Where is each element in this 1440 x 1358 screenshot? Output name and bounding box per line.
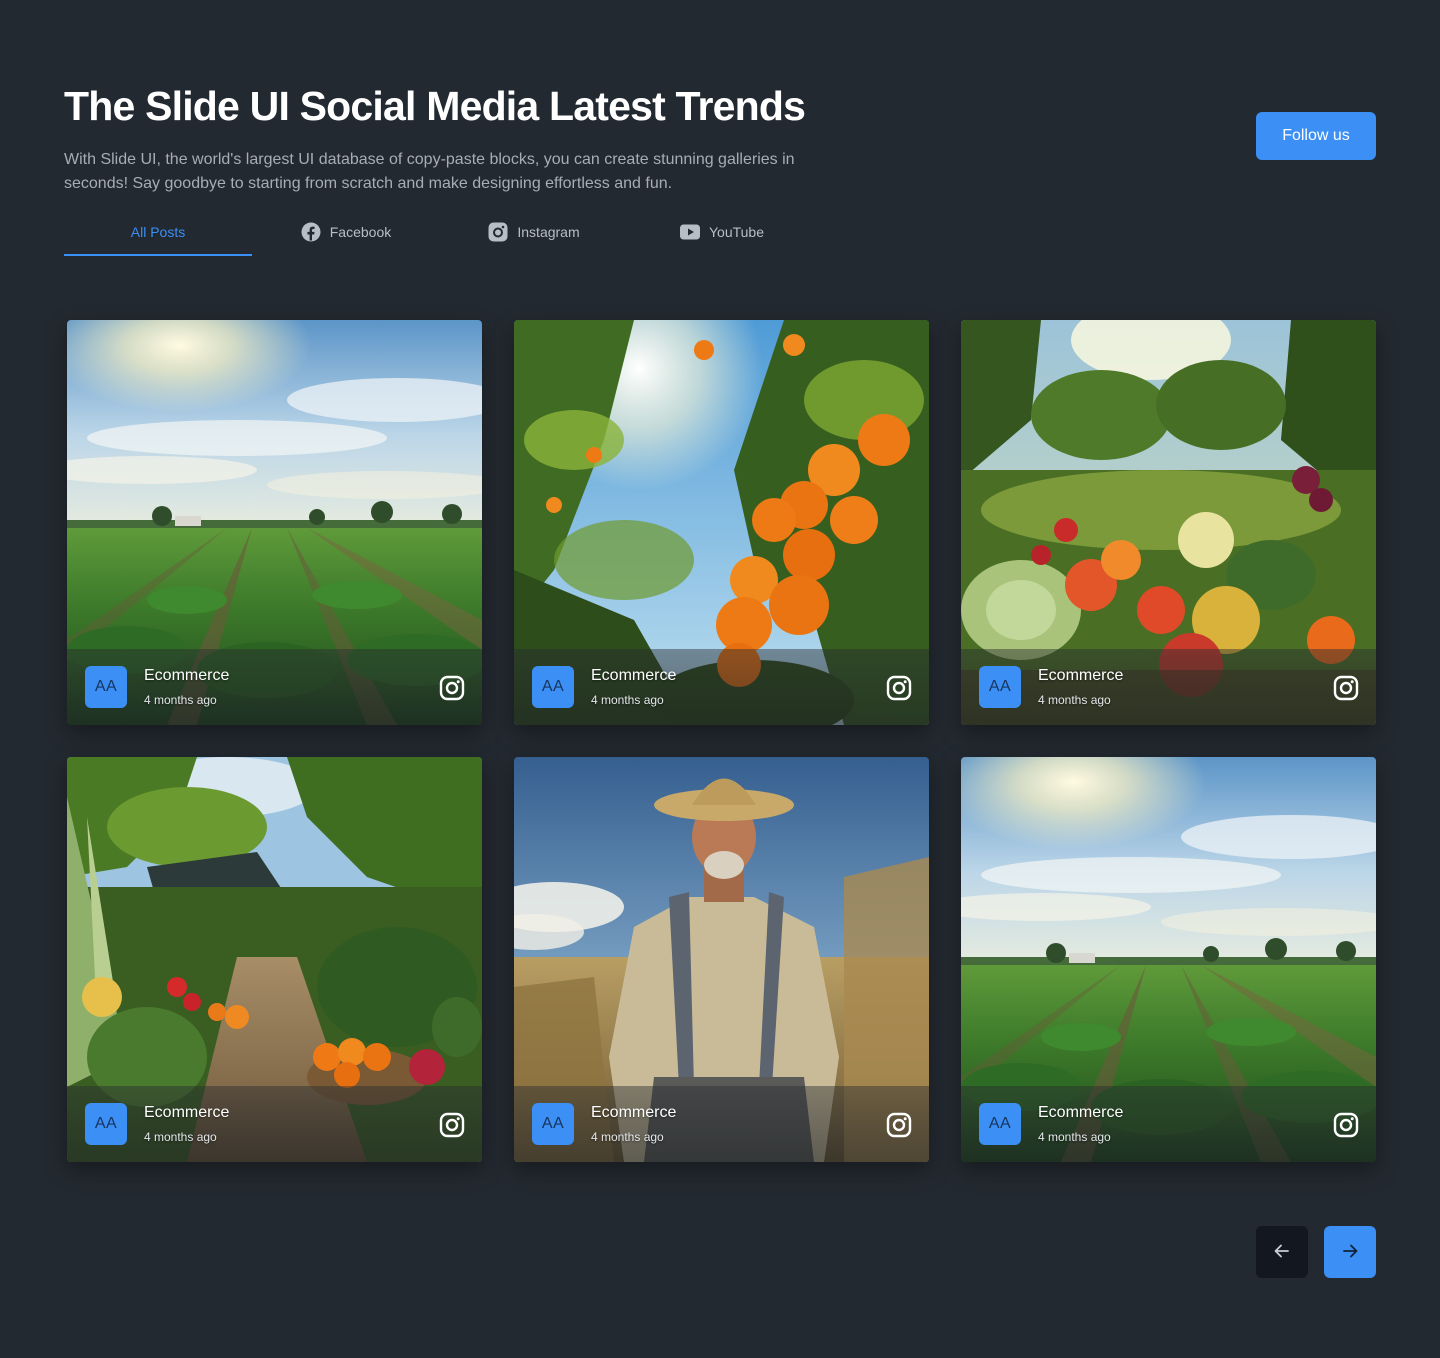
post-author[interactable]: Ecommerce [591, 1104, 676, 1122]
tab-all-posts[interactable]: All Posts [64, 208, 252, 256]
post-footer [67, 1086, 482, 1162]
post-time: 4 months ago [144, 693, 217, 707]
post-card[interactable]: AA Ecommerce 4 months ago [514, 320, 929, 725]
instagram-icon [488, 222, 508, 242]
tab-label: YouTube [708, 224, 764, 240]
post-author[interactable]: Ecommerce [1038, 667, 1123, 685]
post-card[interactable]: AA Ecommerce 4 months ago [67, 320, 482, 725]
post-time: 4 months ago [144, 1130, 217, 1144]
tab-label: Instagram [517, 224, 580, 240]
instagram-icon[interactable] [885, 1111, 913, 1139]
post-author[interactable]: Ecommerce [1038, 1104, 1123, 1122]
instagram-icon[interactable] [885, 674, 913, 702]
avatar: AA [532, 666, 574, 708]
follow-us-button[interactable]: Follow us [1256, 112, 1376, 160]
post-card[interactable]: AA Ecommerce 4 months ago [961, 320, 1376, 725]
post-time: 4 months ago [1038, 693, 1111, 707]
post-footer [514, 1086, 929, 1162]
post-time: 4 months ago [591, 1130, 664, 1144]
page-title: The Slide UI Social Media Latest Trends [64, 83, 806, 129]
avatar: AA [979, 666, 1021, 708]
arrow-left-icon [1272, 1241, 1292, 1264]
post-author[interactable]: Ecommerce [144, 667, 229, 685]
avatar: AA [85, 666, 127, 708]
post-footer [961, 649, 1376, 725]
tab-instagram[interactable]: Instagram [440, 208, 628, 256]
avatar: AA [532, 1103, 574, 1145]
post-card[interactable]: AA Ecommerce 4 months ago [514, 757, 929, 1162]
instagram-icon[interactable] [438, 674, 466, 702]
arrow-right-icon [1340, 1241, 1360, 1264]
post-time: 4 months ago [1038, 1130, 1111, 1144]
avatar: AA [85, 1103, 127, 1145]
post-footer [67, 649, 482, 725]
page-subtitle: With Slide UI, the world's largest UI da… [64, 151, 795, 192]
previous-page-button[interactable] [1256, 1226, 1308, 1278]
post-footer [961, 1086, 1376, 1162]
post-time: 4 months ago [591, 693, 664, 707]
post-card[interactable]: AA Ecommerce 4 months ago [67, 757, 482, 1162]
youtube-icon [679, 222, 700, 242]
tab-youtube[interactable]: YouTube [628, 208, 816, 256]
instagram-icon[interactable] [1332, 674, 1360, 702]
post-footer [514, 649, 929, 725]
instagram-icon[interactable] [438, 1111, 466, 1139]
next-page-button[interactable] [1324, 1226, 1376, 1278]
post-card[interactable]: AA Ecommerce 4 months ago [961, 757, 1376, 1162]
tab-label: Facebook [329, 224, 392, 240]
post-author[interactable]: Ecommerce [591, 667, 676, 685]
facebook-icon [301, 222, 321, 242]
tab-facebook[interactable]: Facebook [252, 208, 440, 256]
avatar: AA [979, 1103, 1021, 1145]
platform-tabs: All Posts Facebook Instagram YouTube [64, 208, 816, 256]
post-author[interactable]: Ecommerce [144, 1104, 229, 1122]
instagram-icon[interactable] [1332, 1111, 1360, 1139]
header: The Slide UI Social Media Latest Trends … [64, 82, 824, 196]
tab-label: All Posts [130, 224, 186, 240]
